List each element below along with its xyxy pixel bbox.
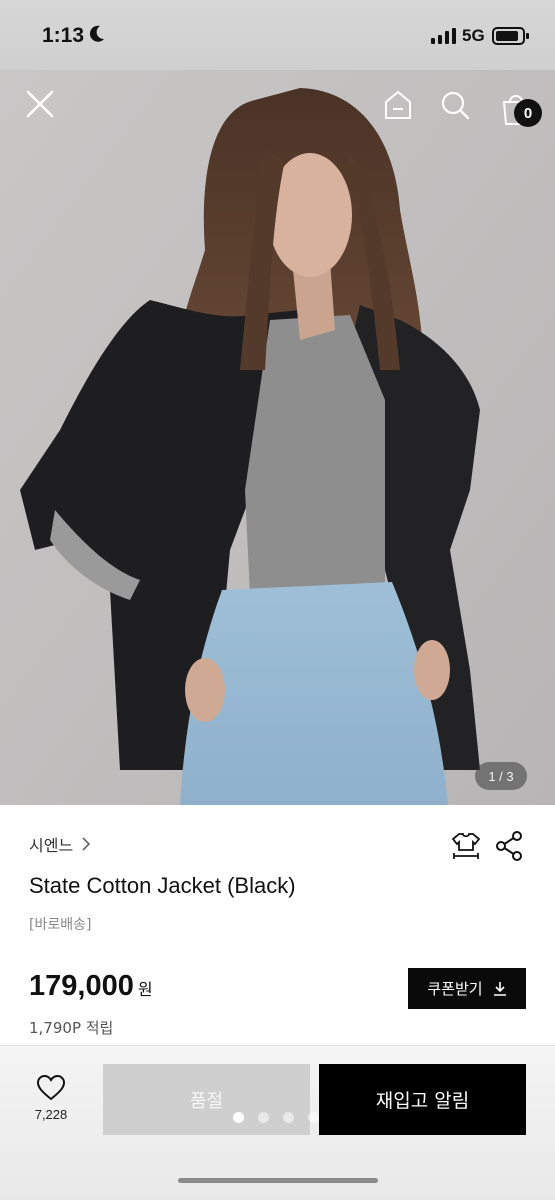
product-title: State Cotton Jacket (Black) (29, 873, 296, 898)
price-value: 179,000 (29, 970, 134, 1002)
close-button[interactable] (18, 84, 62, 124)
image-counter: 1 / 3 (475, 762, 527, 790)
reward-points: 1,790P 적립 (29, 1019, 114, 1037)
share-icon (496, 831, 522, 861)
network-label: 5G (462, 26, 485, 45)
like-count: 7,228 (34, 1107, 68, 1122)
sold-out-button: 품절 (103, 1064, 310, 1135)
price: 179,000 원 (29, 970, 153, 1003)
status-bar: 1:13 5G (0, 0, 555, 70)
size-guide-button[interactable] (450, 830, 482, 862)
sold-out-label: 품절 (189, 1090, 224, 1112)
chevron-right-icon (82, 837, 91, 851)
battery-icon (492, 26, 530, 50)
price-currency: 원 (137, 980, 153, 999)
like-button[interactable]: 7,228 (22, 1075, 80, 1135)
search-button[interactable] (436, 86, 474, 124)
restock-alert-button[interactable]: 재입고 알림 (319, 1064, 526, 1135)
restock-label: 재입고 알림 (375, 1090, 470, 1112)
brand-name: 시엔느 (29, 836, 74, 855)
close-icon (26, 90, 54, 118)
carousel-dot[interactable] (233, 1112, 244, 1123)
coupon-button[interactable]: 쿠폰받기 (408, 968, 526, 1009)
delivery-tag: [바로배송] (29, 917, 92, 933)
home-button[interactable] (379, 86, 417, 124)
home-icon (385, 90, 411, 119)
size-guide-icon (451, 833, 481, 859)
status-time: 1:13 (42, 24, 85, 47)
heart-icon (37, 1075, 65, 1101)
carousel-dot[interactable] (283, 1112, 294, 1123)
brand-link[interactable]: 시엔느 (29, 832, 91, 856)
moon-icon (88, 24, 106, 48)
home-indicator[interactable] (178, 1178, 378, 1183)
download-icon (493, 981, 506, 996)
product-photo (0, 70, 555, 805)
product-image-carousel[interactable]: 0 1 / 3 (0, 70, 555, 805)
signal-icon (431, 28, 457, 48)
search-icon (441, 91, 470, 120)
carousel-dot[interactable] (308, 1112, 319, 1123)
coupon-label: 쿠폰받기 (427, 980, 483, 998)
carousel-dot[interactable] (258, 1112, 269, 1123)
cart-count-badge: 0 (514, 99, 542, 127)
carousel-dots (233, 1112, 333, 1123)
share-button[interactable] (494, 830, 524, 862)
